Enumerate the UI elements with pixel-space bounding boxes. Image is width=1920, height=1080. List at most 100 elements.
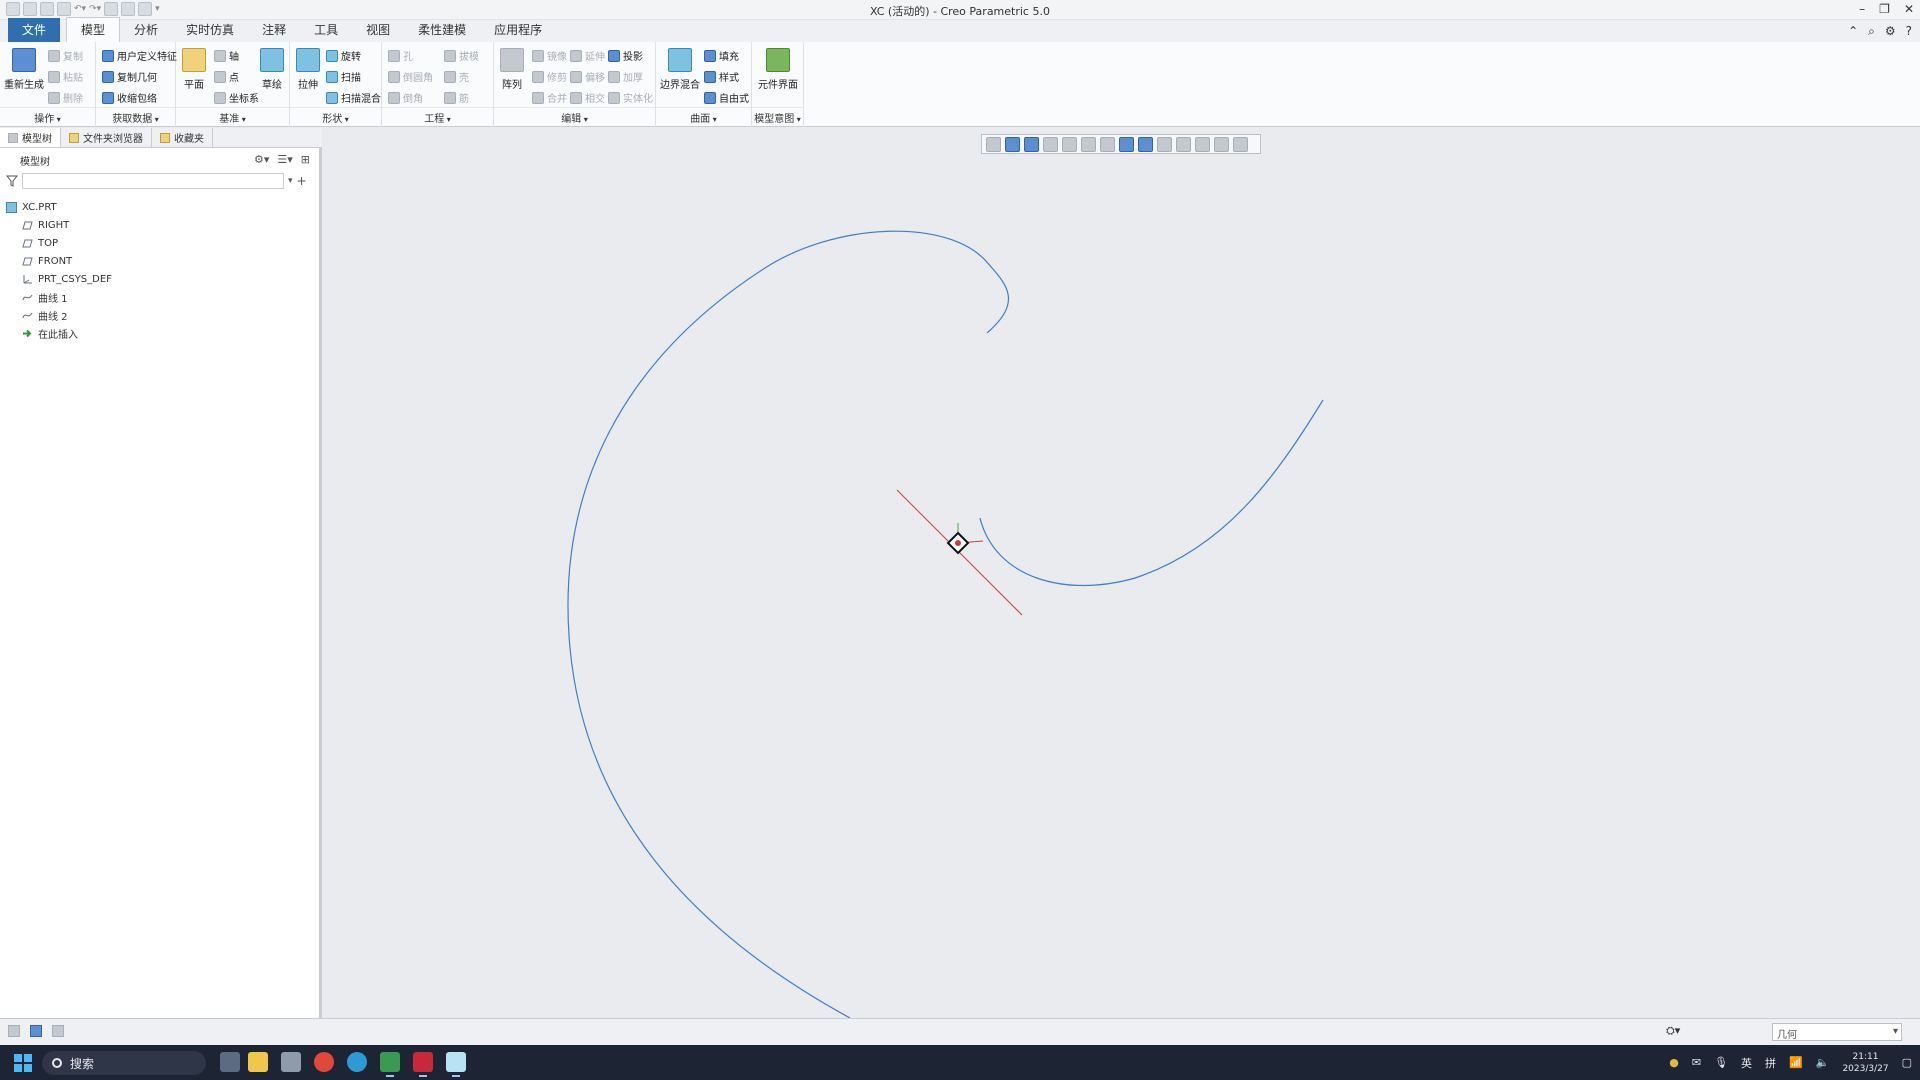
tab-model[interactable]: 模型 <box>66 17 121 42</box>
project-button[interactable]: 投影 <box>608 48 643 63</box>
taskbar-search[interactable]: 搜索 <box>42 1051 206 1075</box>
tree-item[interactable]: FRONT <box>6 252 316 270</box>
sketch-button[interactable]: 草绘 <box>260 48 284 91</box>
group-label-editing[interactable]: 编辑 <box>494 107 655 125</box>
paste-button[interactable]: 粘贴 <box>48 69 83 84</box>
filter-dropdown-icon[interactable]: ▾ <box>288 176 293 186</box>
copy-button[interactable]: 复制 <box>48 48 83 63</box>
point-button[interactable]: 点 <box>214 69 239 84</box>
tab-applications[interactable]: 应用程序 <box>480 18 556 42</box>
tab-flexible-modeling[interactable]: 柔性建模 <box>404 18 480 42</box>
tab-file[interactable]: 文件 <box>8 18 61 42</box>
tree-item[interactable]: RIGHT <box>6 216 316 234</box>
tree-item[interactable]: 在此插入 <box>6 324 316 342</box>
tree-settings-icon[interactable]: ⚙▾ <box>254 153 269 166</box>
show-browser-icon[interactable] <box>30 1025 42 1037</box>
creo-app-icon[interactable] <box>413 1052 433 1077</box>
tab-favorites[interactable]: 收藏夹 <box>152 128 213 147</box>
tree-root[interactable]: XC.PRT <box>6 198 316 216</box>
group-label-surfaces[interactable]: 曲面 <box>656 107 751 125</box>
delete-button[interactable]: 删除 <box>48 90 83 105</box>
group-label-datum[interactable]: 基准 <box>176 107 289 125</box>
group-label-model-intent[interactable]: 模型意图 <box>752 107 803 125</box>
find-icon[interactable]: ⛭▾ <box>1666 1024 1694 1040</box>
chat-icon[interactable]: ✉ <box>1692 1056 1701 1069</box>
tab-view[interactable]: 视图 <box>352 18 404 42</box>
hole-button[interactable]: 孔 <box>388 48 413 63</box>
thicken-button[interactable]: 加厚 <box>608 69 643 84</box>
restore-button[interactable]: ❐ <box>1879 2 1890 16</box>
settings-icon[interactable]: ⚙ <box>1885 24 1896 39</box>
ime-mode[interactable]: 拼 <box>1765 1055 1776 1071</box>
minimize-button[interactable]: – <box>1859 2 1865 16</box>
group-label-get-data[interactable]: 获取数据 <box>96 107 175 125</box>
tree-columns-icon[interactable]: ⊞ <box>301 153 310 166</box>
chrome-icon[interactable] <box>314 1052 334 1072</box>
volume-icon[interactable]: 🔈 <box>1816 1056 1830 1069</box>
curve-2[interactable] <box>979 399 1324 587</box>
file-explorer-icon[interactable] <box>248 1052 268 1072</box>
shrinkwrap-button[interactable]: 收缩包络 <box>102 90 157 105</box>
collapse-ribbon-icon[interactable]: ⌃ <box>1848 24 1858 39</box>
task-view-icon[interactable] <box>220 1052 240 1072</box>
extend-button[interactable]: 延伸 <box>570 48 605 63</box>
draft-button[interactable]: 拔模 <box>444 48 479 63</box>
offset-button[interactable]: 偏移 <box>570 69 605 84</box>
solidify-button[interactable]: 实体化 <box>608 90 653 105</box>
rib-button[interactable]: 筋 <box>444 90 469 105</box>
merge-button[interactable]: 合并 <box>532 90 567 105</box>
ime-language[interactable]: 英 <box>1741 1055 1752 1071</box>
tree-item[interactable]: 曲线 1 <box>6 288 316 306</box>
graphics-window[interactable] <box>325 128 1920 1018</box>
group-label-shapes[interactable]: 形状 <box>290 107 381 125</box>
show-icon[interactable]: ☰▾ <box>277 153 292 166</box>
add-filter-icon[interactable]: + <box>297 174 307 188</box>
chamfer-button[interactable]: 倒角 <box>388 90 423 105</box>
tree-item[interactable]: TOP <box>6 234 316 252</box>
tab-model-tree[interactable]: 模型树 <box>0 128 61 147</box>
swept-blend-button[interactable]: 扫描混合 <box>326 90 381 105</box>
tab-tools[interactable]: 工具 <box>300 18 352 42</box>
intersect-button[interactable]: 相交 <box>570 90 605 105</box>
full-screen-icon[interactable] <box>52 1025 64 1037</box>
tree-item[interactable]: 曲线 2 <box>6 306 316 324</box>
axis-button[interactable]: 轴 <box>214 48 239 63</box>
notepad-app-icon[interactable] <box>446 1052 466 1077</box>
show-navigator-icon[interactable] <box>8 1025 20 1037</box>
round-button[interactable]: 倒圆角 <box>388 69 433 84</box>
udf-button[interactable]: 用户定义特征 <box>102 48 177 63</box>
tab-annotate[interactable]: 注释 <box>248 18 300 42</box>
wifi-icon[interactable]: 📶 <box>1789 1056 1803 1069</box>
group-label-operations[interactable]: 操作 <box>0 107 95 125</box>
selection-filter-select[interactable]: 几何 <box>1772 1023 1902 1041</box>
tab-folder-browser[interactable]: 文件夹浏览器 <box>61 128 152 147</box>
spreadsheet-app-icon[interactable] <box>380 1052 400 1077</box>
tab-analysis[interactable]: 分析 <box>120 18 172 42</box>
component-interface-button[interactable]: 元件界面 <box>758 48 798 91</box>
settings-app-icon[interactable] <box>281 1052 301 1072</box>
revolve-button[interactable]: 旋转 <box>326 48 361 63</box>
command-search-icon[interactable]: ⌕ <box>1868 24 1875 39</box>
filter-icon[interactable] <box>6 175 18 187</box>
style-button[interactable]: 样式 <box>704 69 739 84</box>
edge-icon[interactable] <box>347 1052 367 1072</box>
clock[interactable]: 21:11 2023/3/27 <box>1842 1051 1888 1075</box>
pattern-button[interactable]: 阵列 <box>500 48 524 91</box>
notification-icon[interactable]: ▢ <box>1902 1056 1912 1069</box>
csys-button[interactable]: 坐标系 <box>214 90 259 105</box>
fill-button[interactable]: 填充 <box>704 48 739 63</box>
regenerate-button[interactable]: 重新生成 <box>4 48 44 91</box>
copy-geometry-button[interactable]: 复制几何 <box>102 69 157 84</box>
freestyle-button[interactable]: 自由式 <box>704 90 749 105</box>
microphone-icon[interactable]: 🎙 <box>1714 1056 1728 1069</box>
trim-button[interactable]: 修剪 <box>532 69 567 84</box>
mirror-button[interactable]: 镜像 <box>532 48 567 63</box>
extrude-button[interactable]: 拉伸 <box>296 48 320 91</box>
help-icon[interactable]: ? <box>1906 24 1912 39</box>
boundary-blend-button[interactable]: 边界混合 <box>660 48 700 91</box>
plane-button[interactable]: 平面 <box>182 48 206 91</box>
tab-live-simulation[interactable]: 实时仿真 <box>172 18 248 42</box>
curve-1[interactable] <box>567 230 1009 1018</box>
sweep-button[interactable]: 扫描 <box>326 69 361 84</box>
tree-item[interactable]: PRT_CSYS_DEF <box>6 270 316 288</box>
